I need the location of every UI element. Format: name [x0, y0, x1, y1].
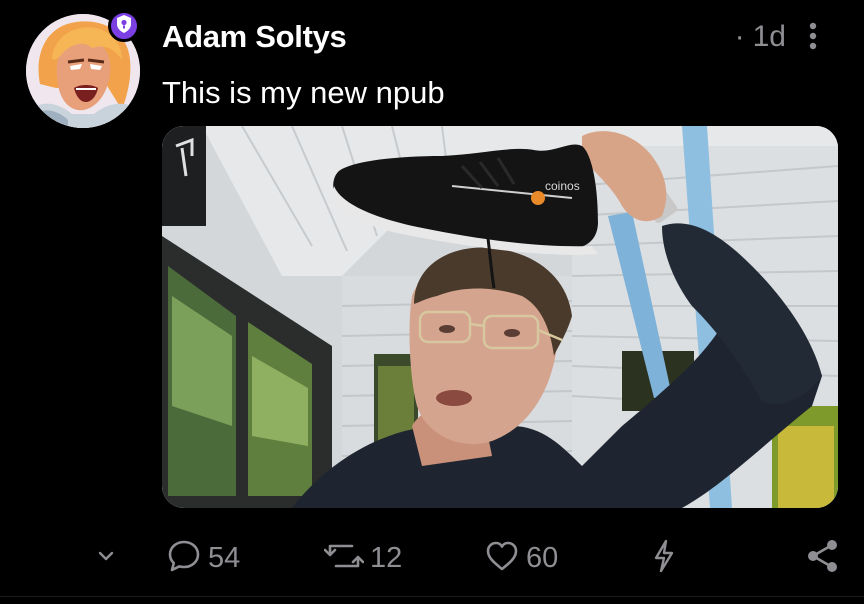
heart-icon [484, 538, 520, 579]
like-count: 60 [526, 542, 559, 574]
separator-dot: · [734, 20, 745, 53]
divider [0, 596, 864, 597]
like-button[interactable]: 60 [484, 530, 558, 586]
expand-button[interactable] [95, 530, 117, 586]
verified-badge [108, 10, 140, 42]
author-name[interactable]: Adam Soltys [162, 18, 347, 56]
chevron-down-icon [95, 545, 117, 572]
more-vertical-icon [809, 22, 817, 55]
post-timestamp: · 1d [735, 19, 786, 55]
note-post: Adam Soltys · 1d This is my new npub coi… [0, 0, 864, 604]
action-bar: 54 12 60 [0, 530, 864, 586]
repost-icon [323, 538, 365, 579]
zap-button[interactable] [651, 530, 677, 586]
post-image[interactable]: coinos [162, 126, 838, 508]
reply-button[interactable]: 54 [166, 530, 240, 586]
reply-count: 54 [208, 542, 241, 574]
share-button[interactable] [806, 530, 840, 586]
comment-bubble-icon [166, 538, 202, 579]
shoe-brand-text: coinos [545, 179, 580, 193]
verified-shield-icon [115, 14, 133, 39]
share-icon [806, 538, 840, 579]
repost-count: 12 [370, 542, 403, 574]
repost-button[interactable]: 12 [323, 530, 403, 586]
lightning-bolt-icon [651, 538, 677, 579]
more-options-button[interactable] [800, 20, 826, 56]
post-content: This is my new npub [162, 75, 445, 110]
timestamp-label: 1d [752, 20, 786, 53]
